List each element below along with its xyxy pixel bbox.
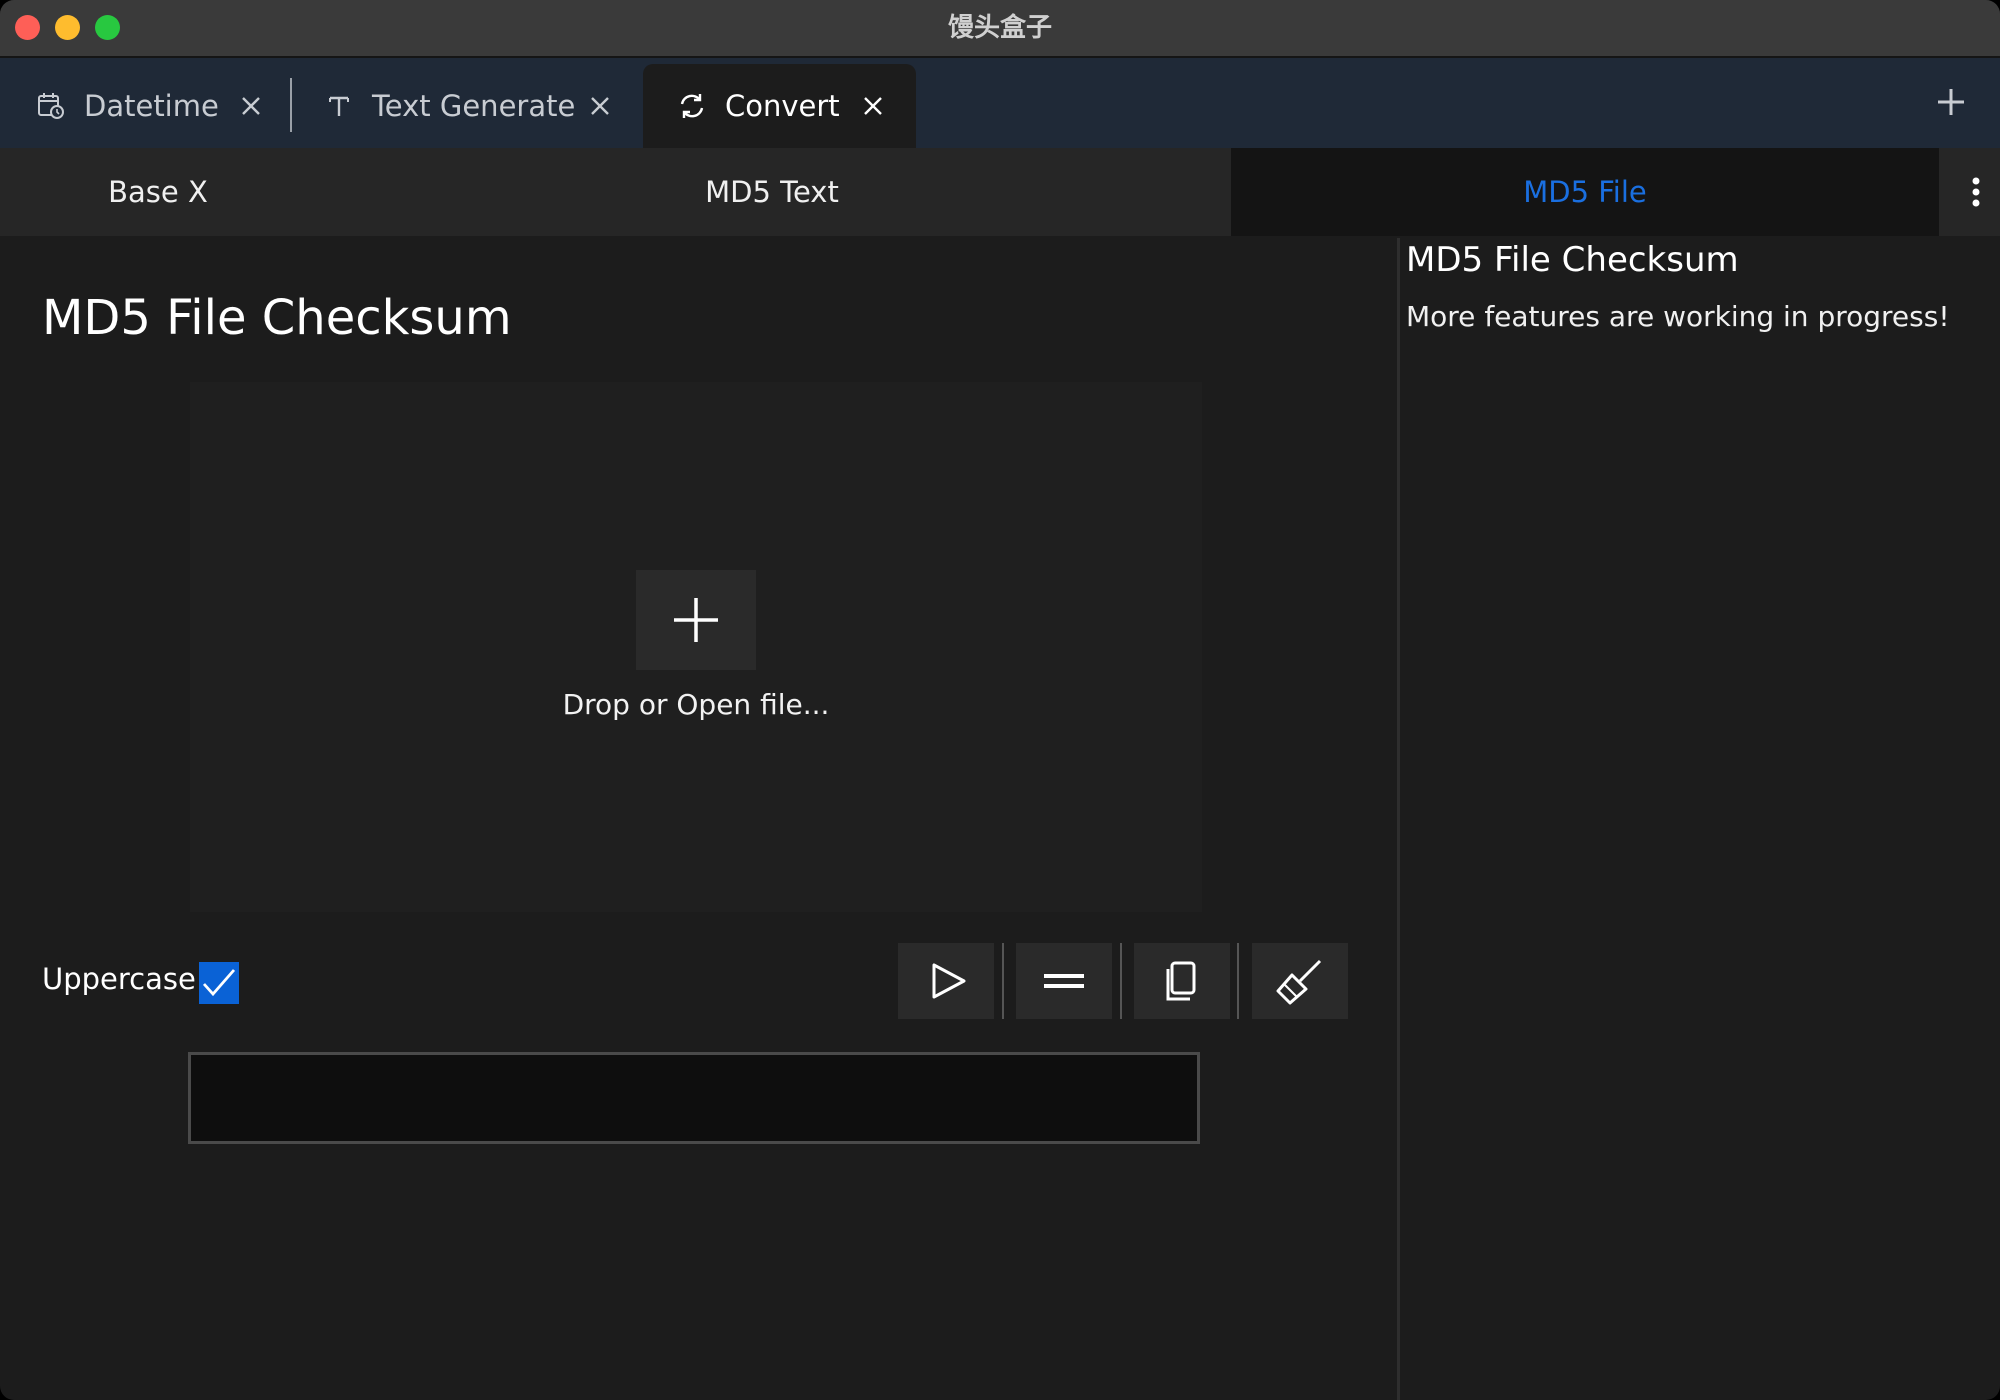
more-options-button[interactable]	[1940, 148, 2000, 236]
sub-tab-bar: Base X MD5 Text MD5 File	[0, 148, 2000, 236]
copy-icon	[1166, 961, 1196, 1001]
equals-icon	[1044, 974, 1084, 988]
plus-icon	[674, 598, 718, 642]
refresh-icon	[680, 94, 704, 118]
close-icon[interactable]	[860, 93, 886, 119]
more-vertical-icon	[1972, 177, 1980, 207]
app-window: 馒头盒子 Datetime Text Generate Convert Base…	[0, 0, 2000, 1400]
run-button[interactable]	[898, 943, 994, 1019]
subtab-md5-file[interactable]: MD5 File	[1231, 148, 1939, 236]
uppercase-label: Uppercase:	[42, 962, 206, 996]
side-panel-description: More features are working in progress!	[1406, 300, 1950, 333]
title-bar: 馒头盒子	[0, 0, 2000, 58]
tab-label: Datetime	[84, 89, 219, 123]
side-panel-title: MD5 File Checksum	[1406, 240, 1739, 280]
broom-icon	[1276, 959, 1322, 1005]
drop-zone-label: Drop or Open file...	[562, 688, 830, 721]
tab-text-generate[interactable]: Text Generate	[324, 64, 624, 148]
toolbar-divider	[1120, 943, 1122, 1019]
tab-datetime[interactable]: Datetime	[36, 64, 276, 148]
text-icon	[329, 96, 349, 116]
tab-divider	[290, 78, 292, 132]
window-title: 馒头盒子	[947, 13, 1052, 43]
subtab-md5-text[interactable]: MD5 Text	[316, 148, 1228, 236]
close-icon[interactable]	[587, 93, 613, 119]
uppercase-checkbox[interactable]	[199, 962, 239, 1004]
close-icon[interactable]	[238, 93, 264, 119]
panel-divider[interactable]	[1397, 238, 1400, 1400]
open-file-button[interactable]	[636, 570, 756, 670]
checksum-output[interactable]	[188, 1052, 1200, 1144]
checkmark-icon	[202, 969, 236, 997]
tab-label: Text Generate	[372, 89, 576, 123]
subtab-base-x[interactable]: Base X	[0, 148, 316, 236]
page-title: MD5 File Checksum	[42, 290, 512, 346]
tab-label: Convert	[725, 89, 840, 123]
add-tab-icon[interactable]	[1935, 86, 1967, 118]
compare-button[interactable]	[1016, 943, 1112, 1019]
calendar-clock-icon	[38, 93, 64, 119]
tab-bar: Datetime Text Generate Convert	[0, 58, 2000, 148]
play-icon	[932, 963, 966, 999]
toolbar-divider	[1237, 943, 1239, 1019]
copy-button[interactable]	[1134, 943, 1230, 1019]
toolbar-divider	[1002, 943, 1004, 1019]
clear-button[interactable]	[1252, 943, 1348, 1019]
tab-convert[interactable]: Convert	[643, 64, 916, 148]
